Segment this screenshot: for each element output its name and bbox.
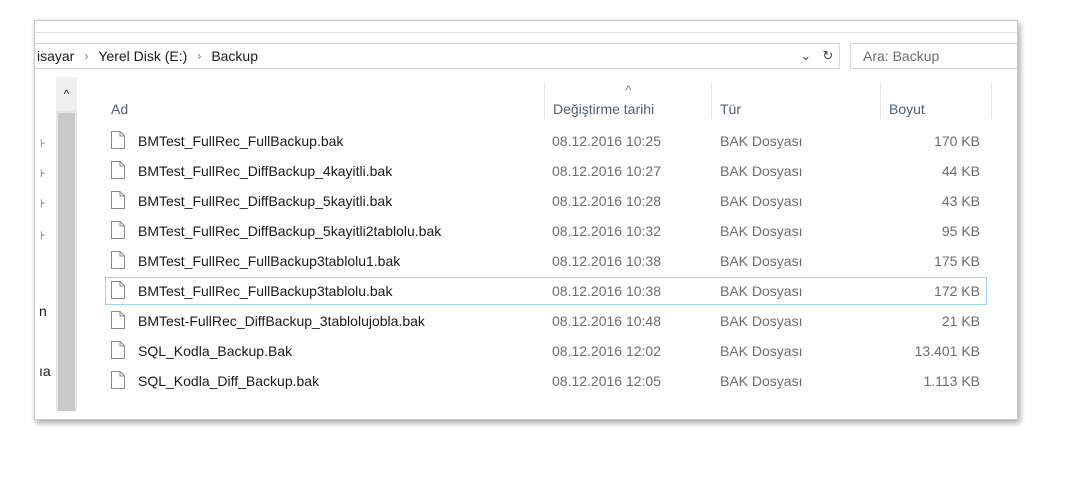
file-modified: 08.12.2016 10:32 (552, 223, 661, 239)
file-size: 1.113 KB (923, 373, 980, 389)
scroll-up-icon[interactable]: ^ (56, 77, 77, 111)
file-size: 175 KB (934, 253, 980, 269)
file-row[interactable]: BMTest_FullRec_FullBackup.bak 08.12.2016 … (105, 127, 987, 155)
ribbon-divider (35, 32, 1017, 33)
column-divider[interactable] (544, 83, 545, 119)
file-modified: 08.12.2016 10:25 (552, 133, 661, 149)
file-icon (111, 251, 125, 269)
pin-icon[interactable]: ⊦ (40, 197, 46, 210)
sort-ascending-icon: ^ (625, 82, 632, 98)
file-icon (111, 371, 125, 389)
file-type: BAK Dosyası (720, 193, 803, 209)
pin-icon[interactable]: ⊦ (40, 229, 46, 242)
chevron-right-icon[interactable]: › (76, 49, 96, 63)
scrollbar-thumb[interactable] (58, 113, 75, 411)
file-icon (111, 191, 125, 209)
file-name: BMTest_FullRec_DiffBackup_4kayitli.bak (138, 163, 393, 179)
file-icon (111, 311, 125, 329)
file-row[interactable]: SQL_Kodla_Diff_Backup.bak 08.12.2016 12:0… (105, 367, 987, 395)
file-type: BAK Dosyası (720, 373, 803, 389)
address-bar[interactable]: isayar › Yerel Disk (E:) › Backup ⌄ ↻ (35, 43, 840, 69)
chevron-right-icon[interactable]: › (189, 49, 209, 63)
file-name: SQL_Kodla_Backup.Bak (138, 343, 293, 359)
file-modified: 08.12.2016 10:27 (552, 163, 661, 179)
file-modified: 08.12.2016 12:05 (552, 373, 661, 389)
nav-item-label[interactable]: ıa (39, 363, 51, 379)
file-name: SQL_Kodla_Diff_Backup.bak (138, 373, 320, 389)
breadcrumb-backup[interactable]: Backup (209, 48, 260, 64)
file-type: BAK Dosyası (720, 343, 803, 359)
nav-scrollbar[interactable]: ^ (56, 77, 77, 411)
file-icon (111, 341, 125, 359)
file-name: BMTest-FullRec_DiffBackup_3tablolujobla.… (138, 313, 425, 329)
file-modified: 08.12.2016 10:28 (552, 193, 661, 209)
file-size: 95 KB (941, 223, 980, 239)
file-modified: 08.12.2016 10:38 (552, 253, 661, 269)
file-modified: 08.12.2016 12:02 (552, 343, 661, 359)
explorer-window: isayar › Yerel Disk (E:) › Backup ⌄ ↻ Ar… (34, 20, 1018, 420)
column-header-name[interactable]: Ad (111, 101, 128, 123)
file-name: BMTest_FullRec_FullBackup3tablolu.bak (138, 283, 393, 299)
file-row[interactable]: BMTest_FullRec_FullBackup3tablolu.bak 08.… (105, 277, 987, 305)
refresh-icon[interactable]: ↻ (817, 45, 839, 67)
file-type: BAK Dosyası (720, 223, 803, 239)
file-icon (111, 161, 125, 179)
file-size: 170 KB (934, 133, 980, 149)
column-divider[interactable] (880, 83, 881, 119)
file-size: 43 KB (941, 193, 980, 209)
file-size: 13.401 KB (914, 343, 980, 359)
file-row[interactable]: BMTest-FullRec_DiffBackup_3tablolujobla.… (105, 307, 987, 335)
file-modified: 08.12.2016 10:38 (552, 283, 661, 299)
file-type: BAK Dosyası (720, 133, 803, 149)
column-header-modified[interactable]: Değiştirme tarihi (553, 101, 654, 123)
file-row[interactable]: BMTest_FullRec_FullBackup3tablolu1.bak 08… (105, 247, 987, 275)
breadcrumb-computer[interactable]: isayar (35, 48, 76, 64)
file-modified: 08.12.2016 10:48 (552, 313, 661, 329)
file-size: 21 KB (941, 313, 980, 329)
search-input[interactable]: Ara: Backup (850, 43, 1017, 69)
file-row[interactable]: BMTest_FullRec_DiffBackup_5kayitli2tablo… (105, 217, 987, 245)
column-divider[interactable] (711, 83, 712, 119)
file-icon (111, 131, 125, 149)
file-row[interactable]: BMTest_FullRec_DiffBackup_5kayitli.bak 08… (105, 187, 987, 215)
file-icon (111, 221, 125, 239)
pin-icon[interactable]: ⊦ (40, 137, 46, 150)
nav-item-label[interactable]: n (39, 303, 47, 319)
column-divider[interactable] (991, 83, 992, 119)
file-type: BAK Dosyası (720, 283, 803, 299)
file-type: BAK Dosyası (720, 253, 803, 269)
column-header-type[interactable]: Tür (720, 101, 741, 123)
file-name: BMTest_FullRec_FullBackup3tablolu1.bak (138, 253, 401, 269)
file-icon (111, 281, 125, 299)
file-name: BMTest_FullRec_DiffBackup_5kayitli2tablo… (138, 223, 442, 239)
chevron-down-icon[interactable]: ⌄ (795, 45, 817, 67)
file-name: BMTest_FullRec_DiffBackup_5kayitli.bak (138, 193, 393, 209)
file-size: 44 KB (941, 163, 980, 179)
file-type: BAK Dosyası (720, 313, 803, 329)
pin-icon[interactable]: ⊦ (40, 167, 46, 180)
file-row[interactable]: SQL_Kodla_Backup.Bak 08.12.2016 12:02 BAK … (105, 337, 987, 365)
file-name: BMTest_FullRec_FullBackup.bak (138, 133, 344, 149)
file-size: 172 KB (934, 283, 980, 299)
file-type: BAK Dosyası (720, 163, 803, 179)
column-header-size[interactable]: Boyut (889, 101, 925, 123)
breadcrumb-drive[interactable]: Yerel Disk (E:) (96, 48, 189, 64)
navigation-pane[interactable]: ⊦ ⊦ ⊦ ⊦ n ıa ^ (35, 77, 79, 419)
file-row[interactable]: BMTest_FullRec_DiffBackup_4kayitli.bak 08… (105, 157, 987, 185)
